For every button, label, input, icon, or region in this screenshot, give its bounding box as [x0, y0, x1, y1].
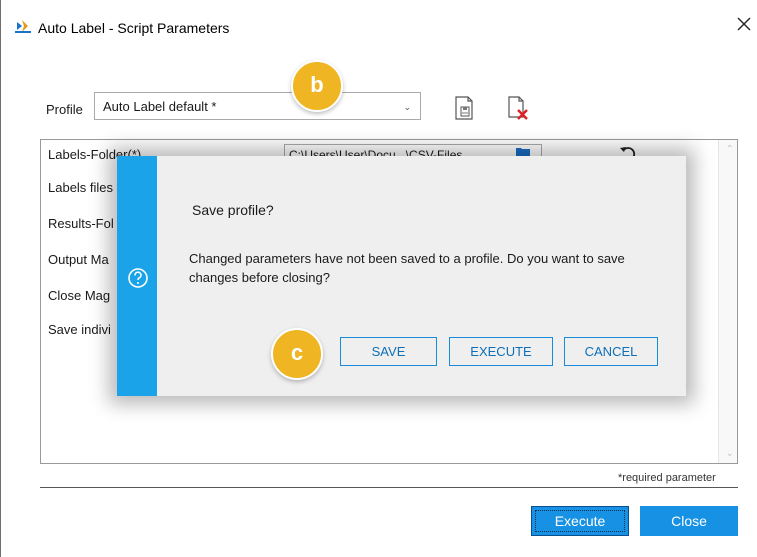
chevron-down-icon: ⌄ [403, 102, 411, 112]
dialog-cancel-button[interactable]: CANCEL [564, 337, 658, 366]
dialog-save-button[interactable]: SAVE [340, 337, 437, 366]
dialog-title: Save profile? [192, 202, 274, 218]
dialog-execute-label: EXECUTE [470, 344, 532, 359]
param-label-results-folder: Results-Fol [48, 216, 114, 231]
dialog-execute-button[interactable]: EXECUTE [449, 337, 553, 366]
profile-selected-value: Auto Label default * [103, 99, 217, 114]
title-bar: Auto Label - Script Parameters [1, 0, 756, 40]
execute-button[interactable]: Execute [531, 506, 629, 536]
callout-b: b [291, 60, 343, 112]
window-title: Auto Label - Script Parameters [38, 20, 230, 36]
close-button[interactable]: Close [640, 506, 738, 536]
scroll-down-icon[interactable]: ⌄ [726, 448, 734, 459]
param-label-close-mag: Close Mag [48, 288, 111, 303]
dialog-save-label: SAVE [371, 344, 406, 359]
delete-profile-icon [508, 96, 528, 120]
delete-profile-button[interactable] [505, 94, 531, 122]
app-logo-icon [15, 20, 31, 33]
callout-c: c [271, 328, 323, 380]
dialog-accent-stripe [117, 156, 157, 396]
save-profile-button[interactable] [451, 94, 477, 122]
scroll-up-icon[interactable]: ⌃ [726, 144, 734, 155]
param-label-labels-files: Labels files [48, 180, 114, 195]
param-label-output-mag: Output Ma [48, 252, 109, 267]
save-profile-icon [455, 96, 473, 120]
vertical-scrollbar[interactable]: ⌃ ⌄ [718, 140, 737, 463]
profile-dropdown[interactable]: Auto Label default * ⌄ [94, 92, 421, 120]
dialog-message: Changed parameters have not been saved t… [189, 251, 625, 285]
help-icon [128, 268, 148, 288]
param-label-save-individual: Save indivi [48, 322, 111, 337]
required-parameter-note: *required parameter [618, 472, 716, 484]
dialog-cancel-label: CANCEL [584, 344, 638, 359]
script-parameters-window: Auto Label - Script Parameters Profile A… [0, 0, 756, 557]
save-profile-dialog: Save profile? Changed parameters have no… [117, 156, 686, 396]
profile-label: Profile [46, 102, 83, 117]
footer-divider [40, 487, 738, 488]
close-icon[interactable] [736, 16, 752, 32]
focus-outline [535, 510, 625, 532]
close-button-label: Close [671, 513, 707, 529]
